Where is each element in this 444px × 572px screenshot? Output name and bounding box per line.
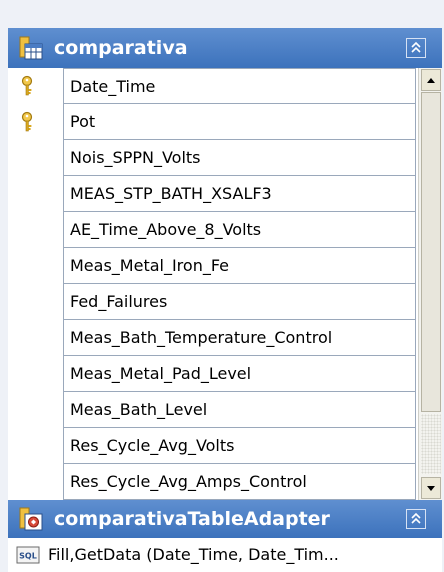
vertical-scrollbar[interactable] xyxy=(418,68,442,500)
column-list: Date_Time Pot Nois_SPPN_Volts MEAS_STP_B… xyxy=(8,68,442,500)
table-adapter-title: comparativaTableAdapter xyxy=(54,508,330,530)
arrow-up-icon xyxy=(427,78,435,83)
arrow-down-icon xyxy=(427,486,435,491)
query-method[interactable]: Fill,GetData (Date_Time, Date_Tim... xyxy=(48,538,339,572)
table-collapse-button[interactable] xyxy=(406,38,426,58)
column-row[interactable]: AE_Time_Above_8_Volts xyxy=(63,212,416,248)
column-name: Meas_Bath_Level xyxy=(70,400,208,419)
collapse-up-chevron-icon xyxy=(411,41,421,53)
column-row[interactable]: Res_Cycle_Avg_Volts xyxy=(63,428,416,464)
column-rows: Date_Time Pot Nois_SPPN_Volts MEAS_STP_B… xyxy=(63,68,416,500)
sql-icon: SQL xyxy=(16,546,40,564)
primary-key-icon xyxy=(21,75,33,96)
key-gutter xyxy=(8,68,63,500)
column-row[interactable]: Meas_Metal_Pad_Level xyxy=(63,356,416,392)
dataset-table-panel: comparativa Date_Time Pot Nois_SPPN_Volt… xyxy=(8,28,442,572)
table-adapter-collapse-button[interactable] xyxy=(406,509,426,529)
svg-text:SQL: SQL xyxy=(19,552,37,561)
column-row[interactable]: MEAS_STP_BATH_XSALF3 xyxy=(63,176,416,212)
column-row[interactable]: Date_Time xyxy=(63,68,416,104)
column-row[interactable]: Nois_SPPN_Volts xyxy=(63,140,416,176)
table-adapter-header[interactable]: comparativaTableAdapter xyxy=(8,500,442,538)
column-name: Meas_Bath_Temperature_Control xyxy=(70,328,333,347)
column-name: Meas_Metal_Iron_Fe xyxy=(70,256,230,275)
scroll-down-button[interactable] xyxy=(421,477,441,499)
column-name: Pot xyxy=(70,112,96,131)
collapse-up-chevron-icon xyxy=(411,512,421,524)
designer-canvas: comparativa Date_Time Pot Nois_SPPN_Volt… xyxy=(0,0,444,572)
table-adapter-icon xyxy=(19,507,43,531)
column-name: Fed_Failures xyxy=(70,292,168,311)
table-adapter-methods: SQL Fill,GetData (Date_Time, Date_Tim... xyxy=(8,538,442,572)
column-name: Date_Time xyxy=(70,77,156,96)
column-row[interactable]: Res_Cycle_Avg_Amps_Control xyxy=(63,464,416,500)
column-row[interactable]: Pot xyxy=(63,104,416,140)
column-name: Res_Cycle_Avg_Volts xyxy=(70,436,235,455)
scroll-thumb[interactable] xyxy=(421,92,441,412)
scroll-up-button[interactable] xyxy=(421,69,441,91)
scroll-track[interactable] xyxy=(421,414,441,474)
column-row[interactable]: Fed_Failures xyxy=(63,284,416,320)
column-name: Nois_SPPN_Volts xyxy=(70,148,201,167)
table-title: comparativa xyxy=(54,37,188,59)
column-row[interactable]: Meas_Bath_Level xyxy=(63,392,416,428)
column-row[interactable]: Meas_Bath_Temperature_Control xyxy=(63,320,416,356)
primary-key-icon xyxy=(21,111,33,132)
column-name: Res_Cycle_Avg_Amps_Control xyxy=(70,472,307,491)
column-name: AE_Time_Above_8_Volts xyxy=(70,220,262,239)
table-header[interactable]: comparativa xyxy=(8,28,442,68)
column-name: MEAS_STP_BATH_XSALF3 xyxy=(70,184,272,203)
table-icon xyxy=(19,36,43,60)
column-name: Meas_Metal_Pad_Level xyxy=(70,364,252,383)
column-row[interactable]: Meas_Metal_Iron_Fe xyxy=(63,248,416,284)
